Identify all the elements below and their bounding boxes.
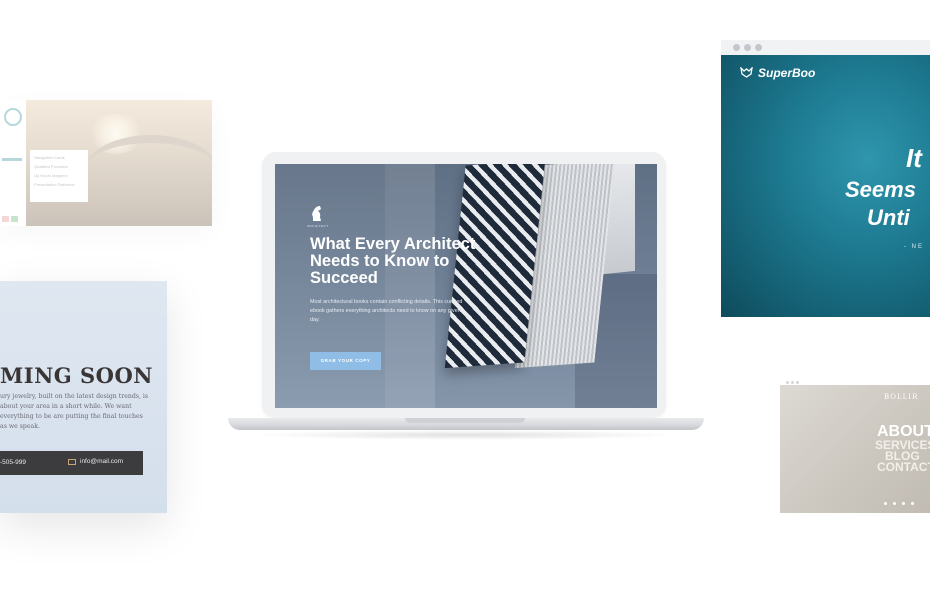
arch-site-preview-card: Navigation Cards Qualified Providers Up …	[0, 100, 212, 226]
coming-soon-text: ury jewelry, built on the latest design …	[0, 393, 149, 430]
arch-sidebar	[0, 100, 26, 226]
fox-icon	[740, 67, 753, 78]
window-dot-icon	[733, 44, 740, 51]
window-dot-icon	[796, 381, 799, 384]
contact-phone[interactable]: -505-999	[0, 459, 26, 466]
arch-menu-item[interactable]: Presentation Platforms	[34, 182, 74, 187]
arch-menu-item[interactable]: Qualified Providers	[34, 164, 68, 169]
laptop-screen: ARCHITECT What Every Architect Needs to …	[275, 164, 657, 408]
contact-bar: -505-999 info@mail.com	[0, 451, 143, 475]
arch-small-button[interactable]	[2, 216, 9, 222]
slider-dot-icon[interactable]	[884, 502, 887, 505]
contact-email[interactable]: info@mail.com	[80, 458, 123, 465]
superboo-headline-line: Seems	[845, 177, 916, 202]
knight-logo-icon	[312, 206, 321, 221]
mail-icon	[68, 459, 76, 465]
superboo-headline-line: Unti	[867, 205, 910, 230]
arch-small-button[interactable]	[11, 216, 18, 222]
arch-logo-icon	[4, 108, 22, 126]
sidebar-active-line	[2, 158, 22, 161]
coming-soon-title: MING SOON	[0, 363, 153, 388]
window-dot-icon	[744, 44, 751, 51]
laptop-shadow	[250, 430, 682, 440]
browser-chrome	[721, 40, 930, 55]
building-arch	[86, 135, 212, 203]
lion-preview-card: BOLLIR ABOUT SERVICES BLOG CONTACT	[780, 385, 930, 513]
arch-menu-item[interactable]: Up Hours Mappers	[34, 173, 68, 178]
lion-brand[interactable]: BOLLIR	[884, 393, 918, 401]
window-dot-icon	[786, 381, 789, 384]
slider-dot-icon[interactable]	[911, 502, 914, 505]
window-dot-icon	[755, 44, 762, 51]
hero-description: Most architectural books contain conflic…	[310, 299, 463, 323]
slider-dot-icon[interactable]	[902, 502, 905, 505]
arch-menu-item[interactable]: Navigation Cards	[34, 155, 65, 160]
grab-your-copy-button[interactable]: GRAB YOUR COPY	[310, 352, 381, 370]
superboo-hero: SuperBoo It Seems Unti - NE	[721, 55, 930, 317]
laptop-notch	[405, 418, 525, 423]
hero-heading: What Every Architect Needs to Know to Su…	[310, 235, 476, 287]
coming-soon-preview-card: MING SOON ury jewelry, built on the late…	[0, 281, 167, 513]
window-dot-icon	[791, 381, 794, 384]
lion-menu-item[interactable]: CONTACT	[877, 460, 930, 474]
superboo-subtext: - NE	[904, 244, 924, 250]
superboo-headline-line: It	[906, 143, 922, 173]
slider-dot-icon[interactable]	[893, 502, 896, 505]
superboo-logo[interactable]: SuperBoo	[758, 66, 815, 80]
superboo-preview-card: SuperBoo It Seems Unti - NE	[721, 40, 930, 317]
site-logo-text: ARCHITECT	[307, 224, 329, 228]
